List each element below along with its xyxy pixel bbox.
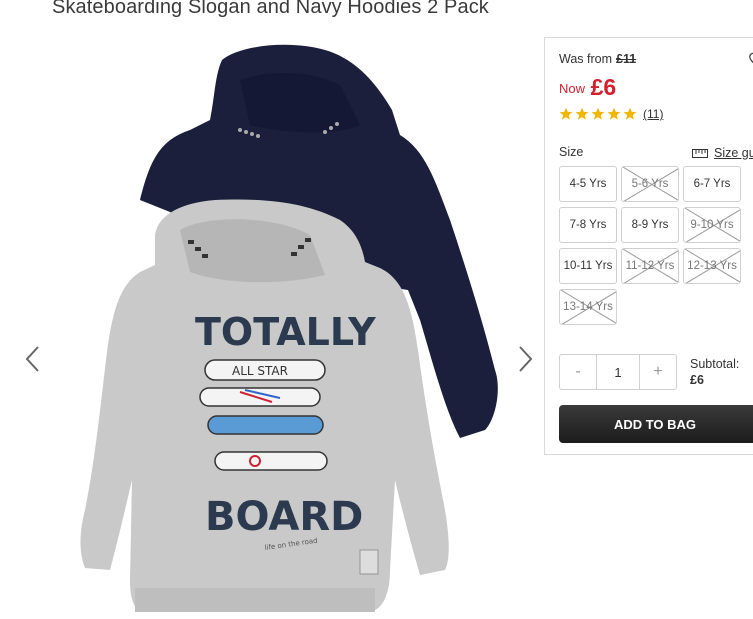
size-option[interactable]: 8-9 Yrs <box>621 207 679 243</box>
purchase-panel: Was from £11 Now £6 (11) Size Size gu 4-5… <box>544 37 753 455</box>
quantity-increase-button[interactable]: + <box>639 354 677 390</box>
size-option-label: 6-7 Yrs <box>693 178 731 190</box>
size-option-label: 5-6 Yrs <box>631 178 669 190</box>
now-price-line: Now £6 <box>559 72 617 100</box>
size-guide-label: Size gu <box>714 146 753 160</box>
product-title: Skateboarding Slogan and Navy Hoodies 2 … <box>52 0 489 18</box>
size-option-label: 9-10 Yrs <box>690 219 734 231</box>
star-icon <box>623 107 637 120</box>
star-icon <box>575 107 589 120</box>
size-option-label: 7-8 Yrs <box>569 219 607 231</box>
now-label: Now <box>559 81 586 96</box>
star-rating <box>559 107 639 121</box>
star-icon <box>591 107 605 120</box>
size-option[interactable]: 13-14 Yrs <box>559 289 617 325</box>
rating: (11) <box>559 107 663 121</box>
size-option[interactable]: 5-6 Yrs <box>621 166 679 202</box>
heart-icon[interactable] <box>748 51 753 67</box>
ruler-icon <box>692 148 708 158</box>
add-to-bag-button[interactable]: ADD TO BAG <box>559 405 753 443</box>
size-option[interactable]: 7-8 Yrs <box>559 207 617 243</box>
size-option[interactable]: 6-7 Yrs <box>683 166 741 202</box>
was-price-line: Was from £11 <box>559 52 636 66</box>
size-guide-link[interactable]: Size gu <box>692 146 753 160</box>
subtotal-value: £6 <box>690 373 704 387</box>
print-line1: TOTALLY <box>195 310 376 354</box>
was-price: £11 <box>616 52 637 66</box>
size-option[interactable]: 4-5 Yrs <box>559 166 617 202</box>
size-option-label: 13-14 Yrs <box>563 301 613 313</box>
quantity-input[interactable] <box>597 354 639 390</box>
quantity-stepper: - + <box>559 354 677 390</box>
print-line2: BOARD <box>205 494 363 540</box>
was-label: Was from <box>559 52 613 66</box>
product-image: TOTALLY ALL STAR BOARD life on the road <box>80 44 498 612</box>
size-option[interactable]: 9-10 Yrs <box>683 207 741 243</box>
size-option-label: 4-5 Yrs <box>569 178 607 190</box>
subtotal: Subtotal: £6 <box>690 356 739 388</box>
size-option[interactable]: 12-13 Yrs <box>683 248 741 284</box>
star-icon <box>559 107 573 120</box>
quantity-decrease-button[interactable]: - <box>559 354 597 390</box>
size-label: Size <box>559 145 584 159</box>
size-option[interactable]: 10-11 Yrs <box>559 248 617 284</box>
size-option-label: 11-12 Yrs <box>625 260 675 272</box>
star-icon <box>607 107 621 120</box>
now-price: £6 <box>590 74 617 100</box>
print-board-text: ALL STAR <box>232 364 288 378</box>
size-option[interactable]: 11-12 Yrs <box>621 248 679 284</box>
product-gallery: TOTALLY ALL STAR BOARD life on the road <box>0 40 545 619</box>
size-option-label: 12-13 Yrs <box>687 260 737 272</box>
subtotal-label: Subtotal: <box>690 357 740 371</box>
size-option-label: 8-9 Yrs <box>631 219 669 231</box>
rating-count-link[interactable]: (11) <box>643 107 663 121</box>
size-option-label: 10-11 Yrs <box>563 260 613 272</box>
